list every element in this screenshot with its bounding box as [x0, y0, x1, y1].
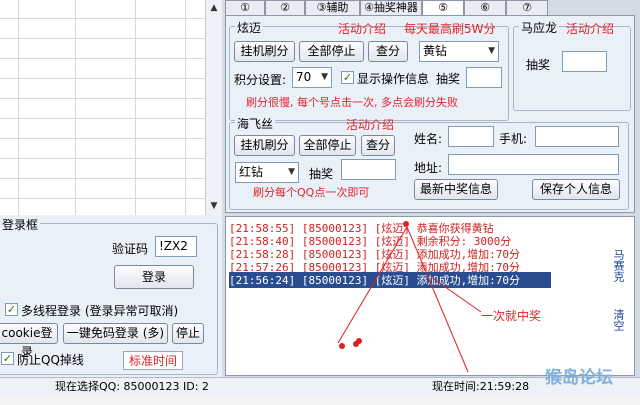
haifeisi-draw-input[interactable] [341, 159, 396, 180]
current-qq-status: 现在选择QQ: 85000123 ID: 2 [55, 380, 209, 393]
tab-panel: 炫迈 活动介绍 每天最高刷5W分 挂机刷分 全部停止 查分 黄钻 ▼ 积分设置:… [225, 15, 635, 213]
status-bar: 现在选择QQ: 85000123 ID: 2 现在时间:21:59:28 猴岛论… [0, 370, 640, 395]
anti-drop-label: 防止QQ掉线 [17, 353, 84, 367]
haifeisi-promo-link[interactable]: 活动介绍 [346, 116, 394, 133]
latest-winners-button[interactable]: 最新中奖信息 [414, 179, 498, 200]
haifeisi-hangup-button[interactable]: 挂机刷分 [234, 135, 295, 156]
chevron-down-icon: ▼ [321, 72, 328, 82]
haifeisi-note: 刷分每个QQ点一次即可 [253, 186, 370, 199]
xuanmai-draw-input[interactable] [466, 67, 502, 88]
xuanmai-draw-label: 抽奖 [436, 72, 461, 86]
address-label: 地址: [414, 161, 443, 175]
anti-drop-checkbox[interactable]: ✓ [1, 352, 14, 365]
haifeisi-diamond-value: 红钻 [239, 165, 264, 179]
tab-1[interactable]: ① [225, 0, 265, 15]
login-title: 登录框 [0, 216, 41, 233]
captcha-label: 验证码 [112, 242, 149, 256]
name-input[interactable] [448, 126, 494, 147]
mayinglong-promo-link[interactable]: 活动介绍 [566, 20, 614, 37]
haifeisi-diamond-select[interactable]: 红钻 ▼ [235, 162, 299, 183]
tab-7[interactable]: ⑦ [506, 0, 548, 15]
xuanmai-stop-all-button[interactable]: 全部停止 [299, 41, 364, 62]
xuanmai-promo-link[interactable]: 活动介绍 [338, 20, 386, 37]
phone-input[interactable] [535, 126, 619, 147]
footer-strip [0, 395, 640, 405]
current-time-status: 现在时间:21:59:28 [432, 380, 530, 393]
mayinglong-draw-label: 抽奖 [526, 58, 551, 72]
multithread-label: 多线程登录 (登录异常可取消) [21, 304, 179, 318]
haifeisi-query-button[interactable]: 查分 [361, 135, 395, 156]
grid-scrollbar[interactable]: ▲ ▼ [205, 0, 222, 215]
score-value: 70 [296, 70, 312, 84]
cookie-login-button[interactable]: cookie登录 [0, 323, 58, 359]
xuanmai-query-button[interactable]: 查分 [368, 41, 408, 62]
log-panel[interactable]: [21:58:55] [85000123] [炫迈] 恭喜你获得黄钻 [21:5… [225, 216, 635, 376]
tab-6[interactable]: ⑥ [464, 0, 506, 15]
account-grid[interactable] [0, 0, 222, 215]
xuanmai-promo-note: 每天最高刷5W分 [404, 22, 496, 36]
haifeisi-stop-all-button[interactable]: 全部停止 [299, 135, 356, 156]
annotation-lines [337, 221, 482, 373]
score-select[interactable]: 70 ▼ [292, 67, 332, 88]
show-ops-label: 显示操作信息 [357, 72, 430, 86]
phone-label: 手机: [499, 132, 528, 146]
onekey-login-button[interactable]: 一键免码登录 (多) [63, 323, 168, 344]
xuanmai-diamond-select[interactable]: 黄钻 ▼ [419, 41, 499, 62]
stop-login-button[interactable]: 停止 [172, 323, 204, 344]
tab-4-lottery[interactable]: ④抽奖神器 [360, 0, 422, 15]
show-ops-checkbox[interactable]: ✓ [341, 71, 354, 84]
address-input[interactable] [448, 154, 619, 175]
haifeisi-draw-label: 抽奖 [309, 167, 334, 181]
haifeisi-title: 海飞丝 [235, 115, 276, 132]
xuanmai-hangup-button[interactable]: 挂机刷分 [234, 41, 295, 62]
chevron-down-icon: ▼ [288, 167, 295, 177]
tab-2[interactable]: ② [265, 0, 305, 15]
xuanmai-warning: 刷分很慢, 每个号点击一次, 多点会刷分失败 [246, 96, 458, 109]
save-personal-info-button[interactable]: 保存个人信息 [532, 179, 620, 200]
multithread-checkbox[interactable]: ✓ [5, 303, 18, 316]
name-label: 姓名: [414, 132, 443, 146]
login-button[interactable]: 登录 [114, 265, 194, 289]
watermark-logo: 猴岛论坛 [545, 368, 613, 388]
tab-3-assist[interactable]: ③辅助 [305, 0, 360, 15]
scroll-down-icon[interactable]: ▼ [208, 200, 220, 212]
standard-time-label: 标准时间 [123, 351, 184, 370]
mayinglong-draw-input[interactable] [562, 51, 607, 72]
mayinglong-title: 马应龙 [519, 19, 560, 36]
scroll-up-icon[interactable]: ▲ [208, 2, 220, 14]
login-panel: 登录框 验证码 !ZX2 登录 ✓ 多线程登录 (登录异常可取消) cookie… [0, 215, 222, 377]
xuanmai-title: 炫迈 [235, 19, 264, 36]
xuanmai-diamond-value: 黄钻 [423, 44, 448, 58]
chevron-down-icon: ▼ [488, 46, 495, 56]
tab-5[interactable]: ⑤ [422, 0, 464, 15]
score-setting-label: 积分设置: [234, 73, 287, 87]
captcha-input[interactable]: !ZX2 [155, 236, 197, 257]
